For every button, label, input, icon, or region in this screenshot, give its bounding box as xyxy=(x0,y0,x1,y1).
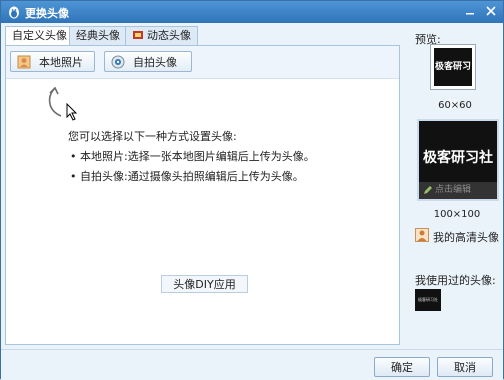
instructions-intro: 您可以选择以下一种方式设置头像: xyxy=(68,130,237,143)
close-icon xyxy=(486,6,496,16)
close-button[interactable] xyxy=(482,3,500,21)
instructions-list: • 本地照片:选择一张本地图片编辑后上传为头像。 • 自拍头像:通过摄像头拍照编… xyxy=(70,150,315,190)
used-avatars-label: 我使用过的头像: xyxy=(415,274,496,287)
avatar-preview-small: 极客研习社 xyxy=(430,44,476,110)
edit-avatar-button[interactable]: 点击编辑 xyxy=(419,182,497,199)
camera-icon xyxy=(111,55,125,69)
tab-custom-avatar[interactable]: 自定义头像 xyxy=(5,26,74,46)
small-size-label: 60×60 xyxy=(438,100,472,111)
instruction-text: 自拍头像:通过摄像头拍照编辑后上传为头像。 xyxy=(80,170,304,183)
penguin-icon xyxy=(9,6,19,19)
avatar-toolbar: 本地照片 自拍头像 xyxy=(6,46,399,79)
list-item: • 自拍头像:通过摄像头拍照编辑后上传为头像。 xyxy=(70,170,304,183)
large-size-label: 100×100 xyxy=(433,209,481,220)
change-avatar-dialog: 更换头像 自定义头像 经典头像 动态头像 本地照片 自拍头像 您可以选择以下一种… xyxy=(0,0,504,380)
avatar-diy-button[interactable]: 头像DIY应用 xyxy=(161,275,248,293)
list-item: • 本地照片:选择一张本地图片编辑后上传为头像。 xyxy=(70,150,315,163)
cancel-button[interactable]: 取消 xyxy=(437,357,493,377)
instruction-text: 本地照片:选择一张本地图片编辑后上传为头像。 xyxy=(80,150,315,163)
edit-label: 点击编辑 xyxy=(435,185,472,195)
pencil-icon xyxy=(424,186,432,194)
used-avatar-thumbnail[interactable]: 极客研习社 xyxy=(415,289,441,311)
ok-button[interactable]: 确定 xyxy=(374,357,430,377)
dialog-footer: 确定 取消 xyxy=(1,349,503,380)
local-photo-label: 本地照片 xyxy=(39,56,83,69)
user-icon xyxy=(415,228,429,242)
minimize-icon xyxy=(466,13,474,15)
film-icon xyxy=(133,31,143,39)
tab-label: 自定义头像 xyxy=(12,29,67,42)
selfie-button[interactable]: 自拍头像 xyxy=(104,51,192,72)
custom-avatar-panel: 本地照片 自拍头像 您可以选择以下一种方式设置头像: • 本地照片:选择一张本地… xyxy=(5,45,400,345)
tab-dynamic-avatar[interactable]: 动态头像 xyxy=(125,26,198,45)
local-photo-button[interactable]: 本地照片 xyxy=(10,51,95,72)
title-bar[interactable]: 更换头像 xyxy=(1,1,503,23)
tab-classic-avatar[interactable]: 经典头像 xyxy=(69,26,127,45)
photo-icon xyxy=(17,55,31,69)
preview-panel: 预览: 极客研习社 60×60 极客研习社 点击编辑 100×100 我的高清头… xyxy=(407,25,503,345)
tab-label: 经典头像 xyxy=(76,29,120,42)
curved-arrow-icon xyxy=(48,86,62,117)
minimize-button[interactable] xyxy=(461,3,479,21)
selfie-label: 自拍头像 xyxy=(133,56,177,69)
tab-label: 动态头像 xyxy=(147,29,191,42)
window-title: 更换头像 xyxy=(25,7,69,20)
hd-avatar-label: 我的高清头像 xyxy=(433,231,499,244)
